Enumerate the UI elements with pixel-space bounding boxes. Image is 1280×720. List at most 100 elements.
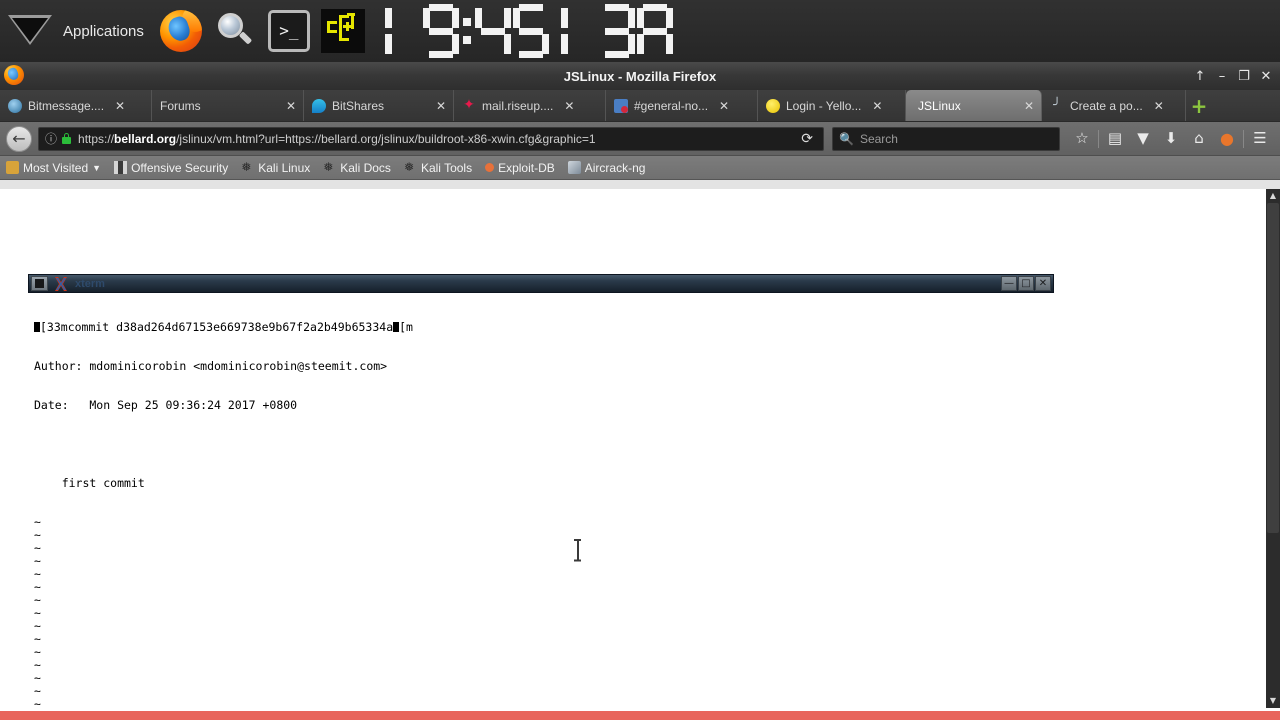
clock-secondary [560,4,674,58]
search-bar[interactable]: 🔍 Search [832,126,1060,151]
hamburger-menu-button[interactable]: ☰ [1246,125,1274,153]
tab-login-yellow[interactable]: Login - Yello... ✕ [758,90,906,121]
bookmark-star-button[interactable]: ☆ [1068,125,1096,153]
bookmark-label: Kali Linux [258,160,311,175]
tab-jslinux[interactable]: JSLinux ✕ [906,90,1042,121]
url-prefix: https:// [78,131,115,146]
commit-prefix: [33mcommit [40,320,117,334]
window-title: JSLinux - Mozilla Firefox [563,68,717,84]
clock-colon [460,4,474,58]
page-content: xterm — □ ✕ [33mcommit d38ad264d67153e66… [0,189,1280,720]
folder-star-icon [6,161,19,174]
url-bar[interactable]: ⓘ https://bellard.org/jslinux/vm.html?ur… [38,126,824,151]
tab-close-button[interactable]: ✕ [1021,99,1037,113]
terminal-line-tilde: ~ [34,658,41,672]
new-tab-button[interactable]: + [1186,90,1212,121]
pocket-button[interactable]: ▼ [1129,125,1157,153]
chevron-down-icon: ▼ [92,162,102,173]
terminal-tilde-block: ~~~~~~~~~~~~~~~~~~~~~~~~~~~~~~~ [34,516,1054,720]
tab-general-notifications[interactable]: #general-no... ✕ [606,90,758,121]
scrollbar-thumb[interactable] [1267,203,1279,533]
terminal-line-tilde: ~ [34,684,41,698]
xterm-close-button[interactable]: ✕ [1035,276,1051,291]
tab-close-button[interactable]: ✕ [716,99,732,113]
yellow-dot-icon [766,98,780,113]
applications-menu-button[interactable]: Applications [0,0,154,62]
tab-close-button[interactable]: ✕ [869,99,885,113]
bookmark-offensive-security[interactable]: Offensive Security [114,161,228,175]
terminal-line-message: first commit [34,476,145,490]
reload-button[interactable]: ⟳ [797,130,817,147]
kali-dragon-icon: ❅ [403,160,414,174]
xterm-minimize-button[interactable]: — [1001,276,1017,291]
kali-dragon-icon: ❅ [323,160,334,174]
clock-digit [636,4,673,58]
xterm-yellow-icon [320,9,365,53]
terminal-line-tilde: ~ [34,515,41,529]
tab-label: BitShares [332,98,385,113]
close-button[interactable]: ✕ [1256,64,1276,88]
restore-button[interactable]: ❐ [1234,64,1254,88]
terminal-line-date: Date: Mon Sep 25 09:36:24 2017 +0800 [34,398,298,412]
minimize-button[interactable]: – [1212,64,1232,88]
terminal-launcher[interactable]: >_ [262,4,316,58]
terminal-line-tilde: ~ [34,697,41,711]
firefox-window: JSLinux - Mozilla Firefox ↑ – ❐ ✕ Bitmes… [0,62,1280,720]
bookmark-label: Most Visited [23,160,89,175]
tab-bitmessage[interactable]: Bitmessage.... ✕ [0,90,152,121]
xterm-titlebar[interactable]: xterm — □ ✕ [28,274,1054,293]
steemit-icon: ╯ [1053,97,1061,113]
site-identity-icon[interactable]: ⓘ [45,130,57,147]
scroll-up-button[interactable]: ▲ [1266,189,1280,203]
search-icon [215,11,255,51]
tab-close-button[interactable]: ✕ [283,99,299,113]
bookmark-exploit-db[interactable]: Exploit-DB [485,161,555,175]
home-button[interactable]: ⌂ [1185,125,1213,153]
xterm-terminal-output[interactable]: [33mcommit d38ad264d67153e669738e9b67f2a… [28,293,1054,720]
padlock-secure-icon [62,133,72,144]
tab-strip: Bitmessage.... ✕ Forums ✕ BitShares ✕ ✦ … [0,90,1280,122]
offsec-icon [114,161,128,174]
bookmark-most-visited[interactable]: Most Visited ▼ [6,161,101,175]
xterm-window-controls: — □ ✕ [1001,276,1051,291]
bookmark-kali-linux[interactable]: ❅ Kali Linux [241,161,310,175]
bookmark-aircrack-ng[interactable]: Aircrack-ng [567,161,645,175]
page-bottom-bar [0,711,1280,720]
xterm-window-title: xterm [75,277,105,290]
xterm-launcher[interactable] [316,4,370,58]
page-scrollbar[interactable]: ▲ ▼ [1266,189,1280,708]
tab-close-button[interactable]: ✕ [1151,99,1167,113]
shade-button[interactable]: ↑ [1190,64,1210,88]
bookmark-kali-docs[interactable]: ❅ Kali Docs [323,161,391,175]
triangle-down-icon [8,15,52,47]
bookmark-label: Exploit-DB [498,160,555,175]
firefox-launcher[interactable] [154,4,208,58]
tab-forums[interactable]: Forums ✕ [152,90,304,121]
tab-mail-riseup[interactable]: ✦ mail.riseup.... ✕ [454,90,606,121]
window-controls: ↑ – ❐ ✕ [1190,62,1276,90]
scroll-down-button[interactable]: ▼ [1266,694,1280,708]
terminal-line-tilde: ~ [34,606,41,620]
terminal-line-tilde: ~ [34,567,41,581]
downloads-button[interactable]: ⬇ [1157,125,1185,153]
back-button[interactable]: ← [6,125,32,152]
tab-create-post[interactable]: ╯ Create a po... ✕ [1042,90,1186,121]
tab-bitshares[interactable]: BitShares ✕ [304,90,454,121]
terminal-line-tilde: ~ [34,554,41,568]
terminal-line-tilde: ~ [34,619,41,633]
window-menu-icon[interactable] [31,276,48,291]
duckduckgo-button[interactable]: ● [1213,125,1241,153]
bookmark-label: Kali Tools [420,160,473,175]
tab-label: Create a po... [1070,98,1143,113]
bookmark-kali-tools[interactable]: ❅ Kali Tools [404,161,472,175]
commit-suffix: [m [399,320,413,334]
xterm-maximize-button[interactable]: □ [1018,276,1034,291]
search-input[interactable]: Search [860,132,898,146]
tab-close-button[interactable]: ✕ [112,99,128,113]
clock-digit [474,4,511,58]
magnifier-launcher[interactable] [208,4,262,58]
tab-close-button[interactable]: ✕ [561,99,577,113]
tab-close-button[interactable]: ✕ [433,99,449,113]
tab-label: Login - Yello... [786,98,862,113]
reader-view-button[interactable]: ▤ [1101,125,1129,153]
